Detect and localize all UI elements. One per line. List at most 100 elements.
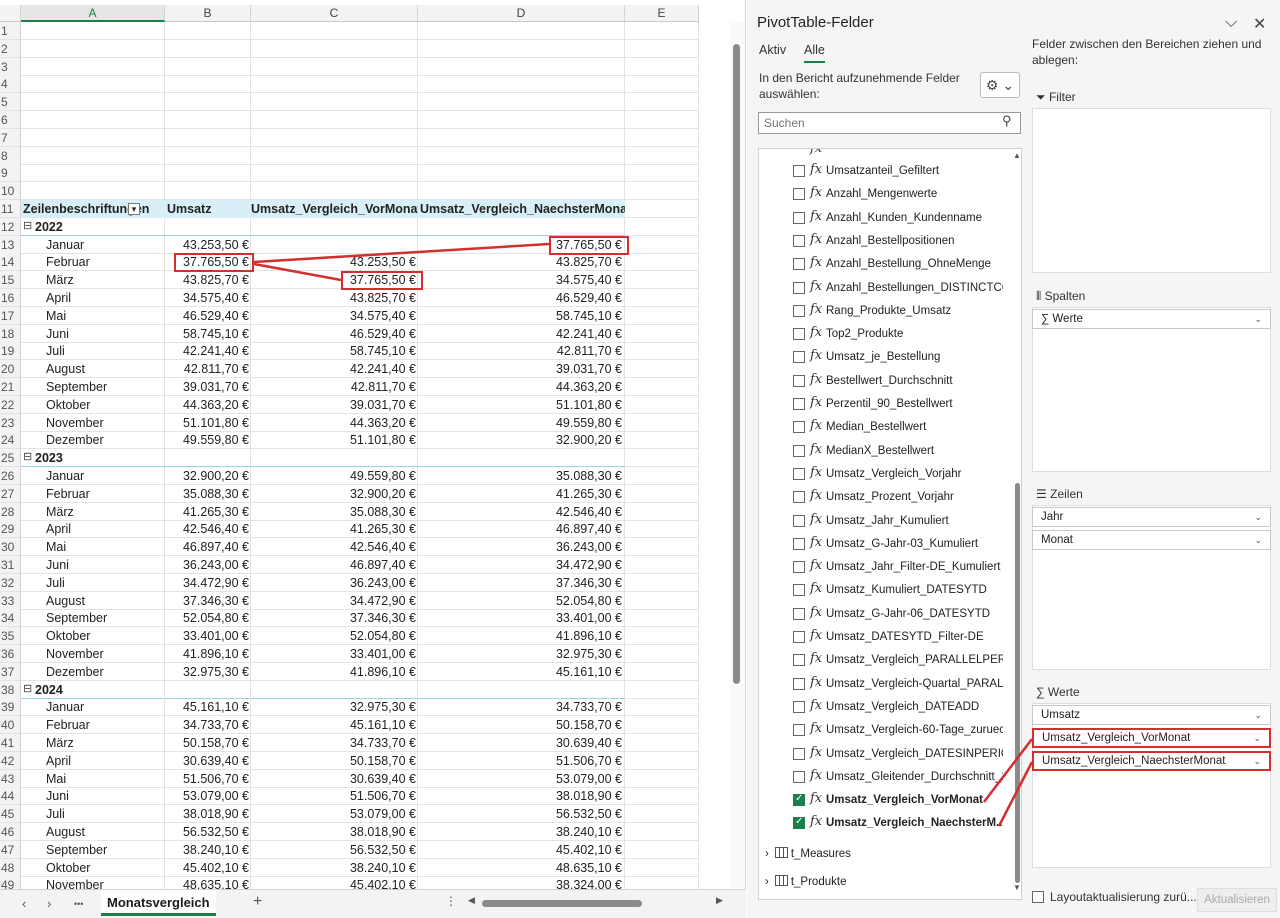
field-item[interactable]: fx Umsatz_Kumuliert_DATESYTD — [793, 581, 1003, 601]
field-item[interactable]: fx Umsatzanteil_Gefiltert — [793, 162, 1003, 182]
umsatz-cell[interactable]: 34.575,40 € — [165, 289, 249, 307]
grid-cell[interactable] — [625, 200, 699, 218]
grid-cell[interactable] — [165, 128, 251, 147]
vormonat-cell[interactable]: 34.733,70 € — [251, 734, 416, 752]
month-label[interactable]: März — [46, 271, 164, 289]
field-checkbox[interactable] — [793, 421, 805, 434]
grid-cell[interactable] — [418, 93, 625, 112]
vormonat-cell[interactable]: 35.088,30 € — [251, 503, 416, 521]
field-item[interactable]: fx Umsatz_Vergleich_DATESINPERIOD — [793, 745, 1003, 765]
grid-cell[interactable] — [625, 680, 699, 699]
naechster-cell[interactable]: 38.240,10 € — [418, 823, 622, 841]
grid-cell[interactable] — [625, 395, 699, 414]
grid-cell[interactable] — [625, 342, 699, 361]
vormonat-cell[interactable]: 56.532,50 € — [251, 841, 416, 859]
field-checkbox[interactable] — [793, 374, 805, 387]
grid-cell[interactable] — [625, 111, 699, 129]
grid-cell[interactable] — [21, 75, 165, 94]
search-icon[interactable]: ⚲ — [1002, 113, 1012, 129]
row-number[interactable]: 44 — [0, 787, 21, 806]
row-number[interactable]: 8 — [0, 146, 21, 165]
vertical-scroll-thumb[interactable] — [733, 44, 740, 684]
grid-cell[interactable] — [625, 538, 699, 557]
month-label[interactable]: April — [46, 520, 164, 538]
naechster-cell[interactable]: 43.825,70 € — [418, 253, 622, 271]
umsatz-cell[interactable]: 58.745,10 € — [165, 325, 249, 343]
table-t-measures[interactable]: › t_Measures — [765, 847, 851, 867]
row-number[interactable]: 33 — [0, 591, 21, 610]
naechster-cell[interactable]: 34.733,70 € — [418, 698, 622, 716]
grid-cell[interactable] — [21, 57, 165, 76]
field-checkbox[interactable] — [793, 770, 805, 783]
grid-cell[interactable] — [625, 840, 699, 859]
field-checkbox[interactable] — [793, 607, 805, 620]
naechster-cell[interactable]: 37.765,50 € — [418, 236, 622, 254]
row-number[interactable]: 39 — [0, 698, 21, 717]
field-item[interactable]: fx Anzahl_Bestellungen_DISTINCTCO... — [793, 279, 1003, 299]
umsatz-cell[interactable]: 37.346,30 € — [165, 592, 249, 610]
vormonat-cell[interactable]: 51.506,70 € — [251, 787, 416, 805]
grid-cell[interactable] — [625, 609, 699, 628]
vormonat-cell[interactable] — [251, 236, 416, 254]
month-label[interactable]: April — [46, 289, 164, 307]
tab-more-icon[interactable]: ••• — [74, 899, 83, 909]
naechster-cell[interactable]: 45.402,10 € — [418, 841, 622, 859]
field-item[interactable]: fx Umsatz_Jahr_Kumuliert — [793, 512, 1003, 532]
row-number[interactable]: 27 — [0, 484, 21, 503]
field-item[interactable]: fx Umsatz_Prozent_Vorjahr — [793, 488, 1003, 508]
row-number[interactable]: 31 — [0, 556, 21, 574]
field-checkbox[interactable] — [793, 491, 805, 504]
grid-cell[interactable] — [625, 805, 699, 824]
field-item[interactable]: fx Umsatz_G-Jahr-03_Kumuliert — [793, 535, 1003, 555]
naechster-cell[interactable]: 41.265,30 € — [418, 485, 622, 503]
tab-alle[interactable]: Alle — [804, 43, 825, 63]
spalten-item-werte[interactable]: ∑ Werte ⌄ — [1032, 309, 1271, 329]
naechster-cell[interactable]: 38.018,90 € — [418, 787, 622, 805]
scroll-up-icon[interactable]: ▲ — [1013, 151, 1021, 160]
month-label[interactable]: Juni — [46, 787, 164, 805]
row-number[interactable]: 24 — [0, 431, 21, 450]
gear-icon[interactable]: ⚙ ⌄ — [980, 72, 1020, 98]
naechster-cell[interactable]: 50.158,70 € — [418, 716, 622, 734]
naechster-cell[interactable]: 35.088,30 € — [418, 467, 622, 485]
grid-cell[interactable] — [251, 111, 418, 129]
grid-cell[interactable] — [418, 111, 625, 129]
vertical-scrollbar[interactable] — [730, 22, 744, 888]
grid-cell[interactable] — [625, 502, 699, 521]
umsatz-cell[interactable]: 41.896,10 € — [165, 645, 249, 663]
month-label[interactable]: Mai — [46, 307, 164, 325]
grid-cell[interactable] — [625, 164, 699, 183]
naechster-cell[interactable]: 45.161,10 € — [418, 663, 622, 681]
grid-cell[interactable] — [251, 57, 418, 76]
grid-cell[interactable] — [251, 146, 418, 165]
werte-item-umsatz[interactable]: Umsatz ⌄ — [1032, 705, 1271, 725]
row-number[interactable]: 7 — [0, 128, 21, 147]
grid-cell[interactable] — [625, 289, 699, 307]
column-header-b[interactable]: B — [165, 5, 251, 22]
spreadsheet[interactable]: A B C D E 1 2 3 4 5 6 7 8 9 10 11 Zeilenbeschriftun… — [0, 0, 746, 918]
vormonat-cell[interactable]: 34.575,40 € — [251, 307, 416, 325]
grid-cell[interactable] — [625, 413, 699, 432]
row-number[interactable]: 5 — [0, 93, 21, 112]
month-label[interactable]: Mai — [46, 770, 164, 788]
row-number[interactable]: 19 — [0, 342, 21, 361]
pivot-header-vormonat[interactable]: Umsatz_Vergleich_VorMonat — [251, 200, 418, 218]
umsatz-cell[interactable]: 46.897,40 € — [165, 538, 249, 556]
field-item[interactable]: fx Bestellwert_Durchschnitt — [793, 372, 1003, 392]
row-number[interactable]: 43 — [0, 769, 21, 788]
row-number[interactable]: 4 — [0, 75, 21, 94]
month-label[interactable]: Dezember — [46, 431, 164, 449]
grid-cell[interactable] — [418, 57, 625, 76]
month-label[interactable]: September — [46, 378, 164, 396]
vormonat-cell[interactable]: 43.825,70 € — [251, 289, 416, 307]
field-checkbox[interactable] — [793, 537, 805, 550]
grid-cell[interactable] — [21, 111, 165, 129]
spalten-drop-area[interactable] — [1032, 307, 1271, 472]
naechster-cell[interactable]: 44.363,20 € — [418, 378, 622, 396]
umsatz-cell[interactable]: 36.243,00 € — [165, 556, 249, 574]
grid-cell[interactable] — [625, 57, 699, 76]
row-number[interactable]: 3 — [0, 57, 21, 76]
select-all-corner[interactable] — [0, 5, 21, 22]
naechster-cell[interactable]: 48.635,10 € — [418, 859, 622, 877]
row-number[interactable]: 13 — [0, 235, 21, 254]
